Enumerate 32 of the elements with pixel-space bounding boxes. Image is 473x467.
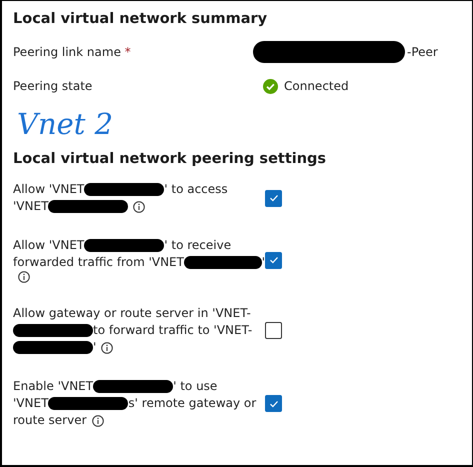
info-icon bbox=[133, 200, 146, 212]
setting-text: route server bbox=[13, 412, 87, 429]
setting-text: 'VNET bbox=[13, 395, 48, 412]
field-label: Peering link name bbox=[13, 45, 121, 59]
setting-text: s' remote gateway or bbox=[128, 395, 256, 412]
setting-text: Allow 'VNET bbox=[13, 237, 84, 254]
checkbox[interactable] bbox=[265, 190, 282, 206]
info-icon bbox=[18, 271, 30, 283]
setting-text: to forward traffic to 'VNET- bbox=[93, 322, 252, 339]
section-title: Local virtual network peering settings bbox=[13, 151, 328, 169]
setting-text: 'VNET bbox=[13, 198, 48, 215]
setting-text: Allow gateway or route server in 'VNET- bbox=[13, 305, 251, 322]
check-circle-icon bbox=[263, 78, 278, 94]
setting-text: ' bbox=[262, 254, 265, 271]
section-title: Local virtual network summary bbox=[13, 11, 268, 29]
checkbox[interactable] bbox=[265, 395, 282, 412]
setting-text: ' to access bbox=[164, 181, 228, 198]
setting-text: forwarded traffic from 'VNET bbox=[13, 254, 184, 271]
status-text: Connected bbox=[284, 79, 349, 93]
field-label: Peering state bbox=[13, 79, 92, 93]
setting-text: Allow 'VNET bbox=[13, 181, 84, 198]
checkbox[interactable] bbox=[265, 322, 282, 339]
handwritten-note: Vnet 2 bbox=[16, 106, 114, 143]
info-icon bbox=[92, 414, 104, 426]
info-icon bbox=[101, 342, 114, 354]
setting-text: ' bbox=[93, 339, 96, 356]
setting-text: Enable 'VNET bbox=[13, 378, 94, 395]
required-mark: * bbox=[124, 45, 131, 59]
setting-text: ' to receive bbox=[164, 237, 232, 254]
checkbox[interactable] bbox=[265, 252, 282, 268]
field-value: -Peer bbox=[407, 45, 438, 59]
setting-text: ' to use bbox=[173, 378, 218, 395]
